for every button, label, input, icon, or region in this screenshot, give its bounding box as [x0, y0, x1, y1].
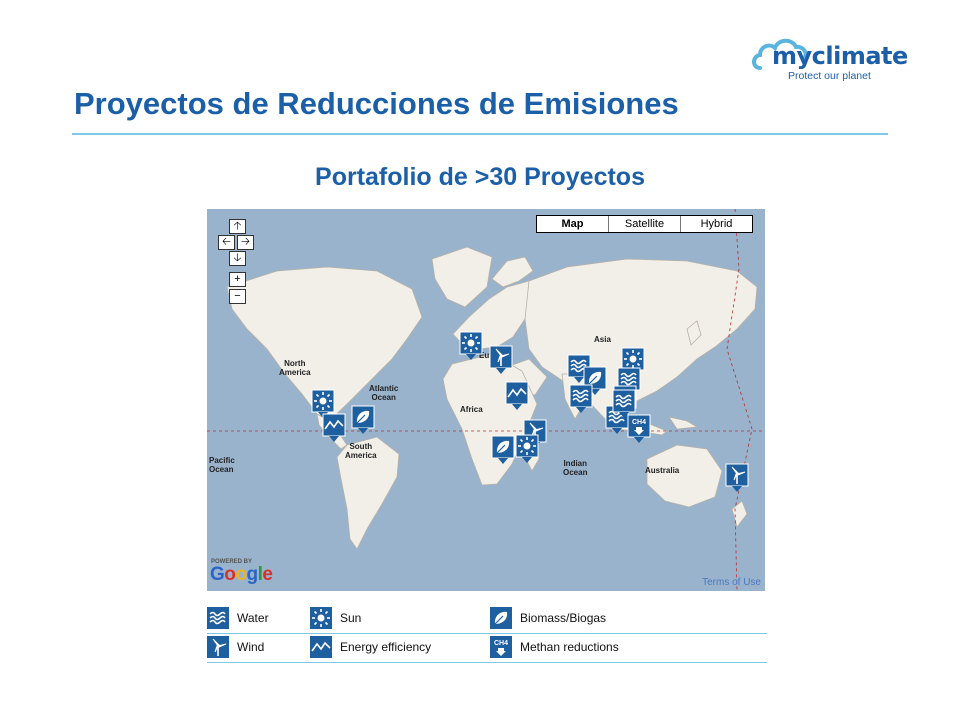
page-title: Proyectos de Reducciones de Emisiones: [74, 86, 679, 121]
water-icon: [207, 607, 229, 629]
svg-text:CH4: CH4: [632, 419, 646, 426]
legend-label: Water: [237, 611, 269, 625]
methane-icon: CH4: [490, 636, 512, 658]
pan-down-button[interactable]: 🡣: [229, 251, 246, 266]
legend-row: Water Sun Biomass/Biogas: [207, 604, 767, 634]
map-type-satellite[interactable]: Satellite: [608, 216, 680, 232]
legend-row: Wind Energy efficiency CH4 Methan reduct…: [207, 633, 767, 663]
label-atlantic-ocean: Atlantic Ocean: [369, 384, 399, 402]
google-logo: Google: [210, 564, 273, 585]
legend-label: Energy efficiency: [340, 640, 432, 654]
energy-efficiency-icon: [310, 636, 332, 658]
project-marker-water[interactable]: [569, 384, 593, 414]
label-south-america: South America: [345, 442, 377, 460]
terms-of-use-link[interactable]: Terms of Use: [702, 577, 761, 588]
project-marker-sun[interactable]: [515, 434, 539, 464]
logo-name: myclimate: [772, 42, 908, 70]
pan-right-button[interactable]: 🡢: [237, 235, 254, 250]
map-type-hybrid[interactable]: Hybrid: [680, 216, 752, 232]
wind-icon: [207, 636, 229, 658]
logo-tagline: Protect our planet: [788, 70, 871, 82]
label-australia: Australia: [645, 466, 680, 475]
legend-item-sun: Sun: [310, 607, 361, 629]
biomass-icon: [490, 607, 512, 629]
project-marker-biomass[interactable]: [351, 405, 375, 435]
project-marker-sun[interactable]: [459, 331, 483, 361]
legend-item-methane: CH4 Methan reductions: [490, 636, 619, 658]
legend-item-water: Water: [207, 607, 269, 629]
svg-text:CH4: CH4: [494, 640, 508, 647]
project-marker-energy[interactable]: [322, 413, 346, 443]
legend-item-energy-efficiency: Energy efficiency: [310, 636, 431, 658]
map-legend: Water Sun Biomass/Biogas Wind Energy eff…: [207, 604, 767, 664]
zoom-in-button[interactable]: +: [229, 272, 246, 287]
legend-label: Biomass/Biogas: [520, 611, 607, 625]
label-asia: Asia: [594, 335, 611, 344]
world-geography: [207, 209, 765, 591]
legend-label: Wind: [237, 640, 265, 654]
label-africa: Africa: [460, 405, 483, 414]
legend-label: Methan reductions: [520, 640, 619, 654]
map-type-map[interactable]: Map: [537, 216, 608, 232]
myclimate-logo: myclimate Protect our planet: [752, 34, 908, 84]
page-subtitle: Portafolio de >30 Proyectos: [315, 163, 645, 191]
world-map[interactable]: Map Satellite Hybrid 🡡 🡠 🡢 🡣 + − Asia No…: [207, 209, 765, 591]
pan-left-button[interactable]: 🡠: [218, 235, 235, 250]
project-marker-wind[interactable]: [489, 345, 513, 375]
title-divider: [72, 133, 888, 135]
project-marker-methane[interactable]: CH4: [627, 414, 651, 444]
legend-item-wind: Wind: [207, 636, 264, 658]
legend-item-biomass: Biomass/Biogas: [490, 607, 606, 629]
pan-up-button[interactable]: 🡡: [229, 219, 246, 234]
map-type-switcher[interactable]: Map Satellite Hybrid: [536, 215, 753, 233]
project-marker-energy[interactable]: [505, 381, 529, 411]
zoom-out-button[interactable]: −: [229, 289, 246, 304]
sun-icon: [310, 607, 332, 629]
label-pacific-ocean: Pacific Ocean: [209, 456, 235, 474]
legend-label: Sun: [340, 611, 362, 625]
label-indian-ocean: Indian Ocean: [563, 459, 588, 477]
project-marker-wind[interactable]: [725, 463, 749, 493]
label-north-america: North America: [279, 359, 311, 377]
project-marker-biomass[interactable]: [491, 435, 515, 465]
